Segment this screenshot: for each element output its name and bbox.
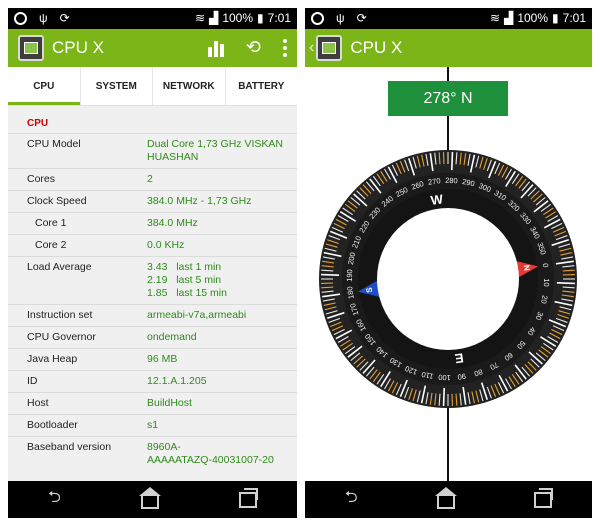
info-label: CPU Governor [27,331,96,343]
wifi-icon: ≋ [195,11,206,25]
debug-icon: ⟳ [356,11,367,25]
info-value: 0.0 KHz [147,239,185,251]
compass-view: 0 10 20 30 40 50 60 70 80 90 100 110 120 130 140 150 160… [305,67,592,481]
info-value: 96 MB [147,353,178,365]
tab-bar: CPU SYSTEM NETWORK BATTERY [8,67,297,106]
info-value: 3.43 last 1 min 2.19 last 5 min 1.85 last … [147,261,227,299]
status-bar: ψ ⟳ ≋ ▟ 100% ▮ 7:01 [8,8,297,29]
cpu-info-list[interactable]: CPU CPU Model Dual Core 1,73 GHz VISKAN HU… [8,106,297,482]
info-row: Bootloader s1 [8,414,297,436]
info-value: armeabi-v7a,armeabi [147,309,247,321]
info-value: 12.1.A.1.205 [147,375,207,387]
signal-icon: ▟ [504,11,514,25]
info-row: Core 2 0.0 KHz [8,234,297,256]
info-row: CPU Governor ondemand [8,326,297,348]
compass-tick [321,273,340,276]
info-value: ondemand [147,331,197,343]
bar-chart-icon[interactable] [207,39,224,57]
clock: 7:01 [562,11,586,25]
clock: 7:01 [267,11,291,25]
usb-icon: ψ [336,11,345,25]
info-value: BuildHost [147,397,192,409]
info-label: Java Heap [27,353,78,365]
recent-apps-icon[interactable] [534,487,554,508]
history-icon[interactable]: ⟲ [246,37,261,58]
info-row: Baseband version 8960A- AAAAATAZQ-40031007… [8,436,297,471]
home-icon[interactable] [138,486,161,509]
info-value: Dual Core 1,73 GHz VISKAN HUASHAN [147,138,283,163]
compass-degree-label: 90 [457,372,467,382]
info-row: Java Heap 96 MB [8,348,297,370]
info-label: ID [27,375,38,387]
compass-degree-label: 280 [445,176,458,185]
section-title: CPU [27,118,49,129]
info-label: Core 1 [35,217,67,229]
info-label: Clock Speed [27,195,87,207]
usb-icon: ψ [39,11,48,25]
app-title: CPU X [350,38,403,57]
app-bar: CPU X ⟲ [8,29,297,67]
info-label: Load Average [27,261,92,273]
compass-center [377,208,519,350]
tab-battery[interactable]: BATTERY [226,67,298,105]
app-logo-icon [18,35,44,61]
battery-icon: ▮ [552,11,559,25]
info-label: Bootloader [27,419,78,431]
info-label: Core 2 [35,239,67,251]
home-icon[interactable] [434,486,457,509]
info-row: CPU Model Dual Core 1,73 GHz VISKAN HUASHA… [8,133,297,168]
tab-system[interactable]: SYSTEM [81,67,153,105]
info-label: Instruction set [27,309,93,321]
info-value: 8960A- AAAAATAZQ-40031007-20 [147,441,274,466]
back-icon[interactable]: ⮌ [345,486,358,513]
recent-apps-icon[interactable] [238,487,258,508]
battery-percent: 100% [222,11,254,25]
info-value: 384.0 MHz [147,217,198,229]
compass-tick [451,152,454,171]
info-row: Core 1 384.0 MHz [8,212,297,234]
compass-screen: ψ ⟳ ≋ ▟ 100% ▮ 7:01 ‹ CPU X 0 10 20 30 40 50 6… [305,8,592,518]
compass-tick [556,282,575,285]
wifi-icon: ≋ [490,11,501,25]
info-value: 2 [147,173,153,185]
compass-degree-label: 180 [345,286,356,300]
info-value: 384.0 MHz - 1,73 GHz [147,195,252,207]
app-logo-icon[interactable] [316,35,343,61]
nav-bar: ⮌ [8,481,297,518]
sync-icon [311,11,324,25]
info-row: Clock Speed 384.0 MHz - 1,73 GHz [8,190,297,212]
battery-icon: ▮ [257,11,264,25]
battery-percent: 100% [517,11,549,25]
info-label: CPU Model [27,138,81,150]
tab-network[interactable]: NETWORK [153,67,226,105]
heading-readout: 278° N [388,81,508,116]
nav-bar: ⮌ [305,481,592,518]
info-label: Host [27,397,49,409]
sync-icon [14,11,27,25]
status-bar: ψ ⟳ ≋ ▟ 100% ▮ 7:01 [305,8,592,29]
compass-degree-label: 100 [438,373,451,382]
info-row: Cores 2 [8,168,297,190]
info-row: Load Average 3.43 last 1 min 2.19 last 5 m… [8,256,297,304]
back-icon[interactable]: ⮌ [48,486,61,513]
info-row: ID 12.1.A.1.205 [8,370,297,392]
app-bar: ‹ CPU X [305,29,592,67]
info-row: Host BuildHost [8,392,297,414]
info-row: Instruction set armeabi-v7a,armeabi [8,304,297,326]
compass-degree-label: 190 [345,269,354,282]
compass-degree-label: 270 [427,176,441,187]
compass-tick [442,387,445,406]
compass-dial: 0102030405060708090100110120130140150160… [319,150,577,408]
info-value: s1 [147,419,159,431]
app-title: CPU X [52,38,104,57]
signal-icon: ▟ [209,11,219,25]
cpu-screen: ψ ⟳ ≋ ▟ 100% ▮ 7:01 CPU X ⟲ CPU SYSTEM N… [8,8,297,518]
info-label: Cores [27,173,56,185]
up-chevron-icon[interactable]: ‹ [309,39,314,57]
debug-icon: ⟳ [59,11,70,25]
tab-cpu[interactable]: CPU [8,67,81,105]
info-label: Baseband version [27,441,112,453]
compass-degree-label: 10 [542,278,551,287]
overflow-menu-icon[interactable] [283,38,287,57]
